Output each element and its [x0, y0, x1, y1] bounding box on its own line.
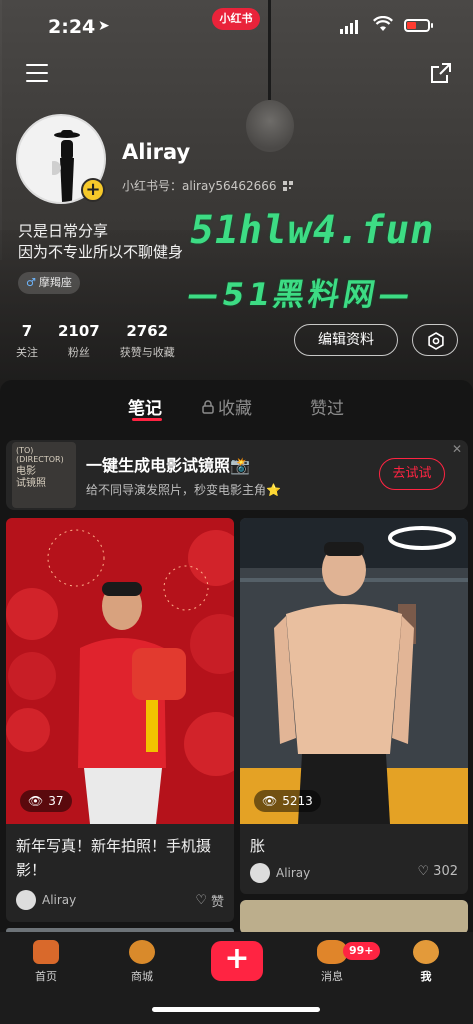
pendant-lamp [246, 100, 294, 152]
gender-male-icon: ♂ [26, 276, 36, 289]
tab-collections[interactable]: 收藏 [202, 394, 252, 419]
zodiac-tag[interactable]: ♂ 摩羯座 [18, 272, 80, 294]
bio: 只是日常分享 因为不专业所以不聊健身 [18, 221, 183, 263]
stat-value: 7 [21, 322, 33, 340]
home-icon [33, 940, 59, 964]
nav-mall[interactable]: 商城 [112, 940, 172, 984]
user-id-row[interactable]: 小红书号：aliray56462666 [122, 177, 293, 194]
home-indicator [152, 1007, 320, 1012]
stat-followers[interactable]: 2107 粉丝 [58, 322, 100, 360]
thumb-text: (DIRECTOR) [16, 455, 64, 464]
note-title-line: 新年写真！新年拍照！手机摄 [16, 837, 212, 855]
tab-active-indicator [132, 418, 162, 421]
note-author[interactable]: Aliray [16, 890, 76, 910]
view-count-value: 5213 [282, 794, 313, 808]
tab-notes[interactable]: 笔记 [128, 394, 162, 419]
edit-profile-button[interactable]: 编辑资料 [294, 324, 398, 356]
eye-icon: 👁 [262, 794, 278, 808]
bio-line: 只是日常分享 [18, 222, 109, 240]
promo-title: 一键生成电影试镜照📸 [86, 456, 250, 475]
note-title-line: 影！ [16, 861, 47, 879]
watermark-text: —51黑料网— [184, 277, 417, 313]
username: Aliray [122, 140, 191, 164]
stat-label: 粉丝 [67, 346, 90, 359]
note-card-partial[interactable] [240, 900, 468, 934]
author-avatar [16, 890, 36, 910]
eye-icon: 👁 [28, 794, 44, 808]
add-avatar-button[interactable]: + [81, 178, 105, 202]
note-cover-image [240, 518, 468, 824]
stat-value: 2107 [58, 322, 100, 340]
note-title-line: 胀 [250, 837, 266, 855]
like-button[interactable]: ♡ 302 [418, 864, 458, 879]
cellular-signal-icon [340, 20, 358, 34]
note-card[interactable]: 👁 5213 胀 Aliray ♡ 302 [240, 518, 468, 894]
stat-value: 2762 [126, 322, 169, 340]
like-button[interactable]: ♡ 赞 [195, 891, 224, 910]
app-badge: 小红书 [212, 8, 260, 30]
stat-label: 关注 [16, 346, 38, 359]
settings-button[interactable] [412, 324, 458, 356]
profile-stats: 7 关注 2107 粉丝 2762 获赞与收藏 [16, 322, 195, 360]
share-icon[interactable] [430, 62, 452, 84]
stat-label: 获赞与收藏 [119, 346, 175, 359]
thumb-text: (TO) [16, 446, 34, 455]
profile-tabs: 笔记 收藏 赞过 [0, 392, 473, 432]
close-icon[interactable]: ✕ [452, 442, 462, 456]
message-badge: 99+ [343, 942, 380, 960]
author-name: Aliray [276, 866, 311, 880]
qrcode-icon[interactable] [282, 180, 293, 191]
nav-home[interactable]: 首页 [16, 940, 76, 984]
stat-likes-collects[interactable]: 2762 获赞与收藏 [120, 322, 175, 360]
nav-me[interactable]: 我 [396, 940, 456, 984]
gear-icon [428, 332, 444, 350]
tiger-avatar-icon [413, 940, 439, 964]
battery-icon [404, 19, 433, 32]
note-cover-image [6, 518, 234, 824]
promo-subtitle: 给不同导演发照片，秒变电影主角⭐ [86, 483, 281, 497]
thumb-text: 试镜照 [16, 478, 46, 489]
location-arrow-icon: ➤ [98, 18, 110, 34]
zodiac-label: 摩羯座 [38, 276, 72, 289]
note-title: 胀 [250, 834, 265, 858]
heart-icon: ♡ [417, 864, 430, 879]
publish-button[interactable]: + [211, 941, 263, 981]
author-avatar [250, 863, 270, 883]
user-id: 小红书号：aliray56462666 [122, 179, 277, 193]
tab-liked[interactable]: 赞过 [310, 394, 344, 419]
view-count: 👁 5213 [254, 790, 321, 812]
watermark-url: 51hlw4.fun [186, 208, 439, 253]
nav-label: 首页 [35, 970, 57, 983]
note-author[interactable]: Aliray [250, 863, 310, 883]
bio-line: 因为不专业所以不聊健身 [18, 243, 184, 261]
stat-following[interactable]: 7 关注 [16, 322, 38, 360]
nav-label: 我 [420, 970, 432, 983]
promo-try-button[interactable]: 去试试 [379, 458, 445, 490]
nav-label: 消息 [321, 970, 343, 983]
avatar-figure [52, 130, 80, 202]
note-title: 新年写真！新年拍照！手机摄 影！ [16, 834, 211, 882]
note-card[interactable]: 👁 37 新年写真！新年拍照！手机摄 影！ Aliray ♡ 赞 [6, 518, 234, 922]
promo-banner[interactable]: (TO) (DIRECTOR) 电影 试镜照 一键生成电影试镜照📸 给不同导演发… [6, 440, 468, 510]
status-time: 2:24 [48, 16, 96, 38]
menu-icon[interactable] [26, 64, 48, 82]
author-name: Aliray [42, 893, 77, 907]
like-count: 赞 [210, 895, 224, 910]
view-count-value: 37 [48, 794, 64, 808]
promo-thumbnail: (TO) (DIRECTOR) 电影 试镜照 [12, 442, 76, 508]
nav-label: 商城 [131, 970, 153, 983]
lock-icon [202, 399, 214, 414]
tab-label: 收藏 [218, 399, 252, 419]
status-bar: 2:24 ➤ 小红书 [0, 0, 473, 50]
wifi-icon [373, 16, 393, 31]
mall-icon [129, 940, 155, 964]
thumb-text: 电影 [16, 466, 36, 477]
view-count: 👁 37 [20, 790, 72, 812]
heart-icon: ♡ [195, 893, 207, 908]
like-count: 302 [433, 864, 458, 879]
